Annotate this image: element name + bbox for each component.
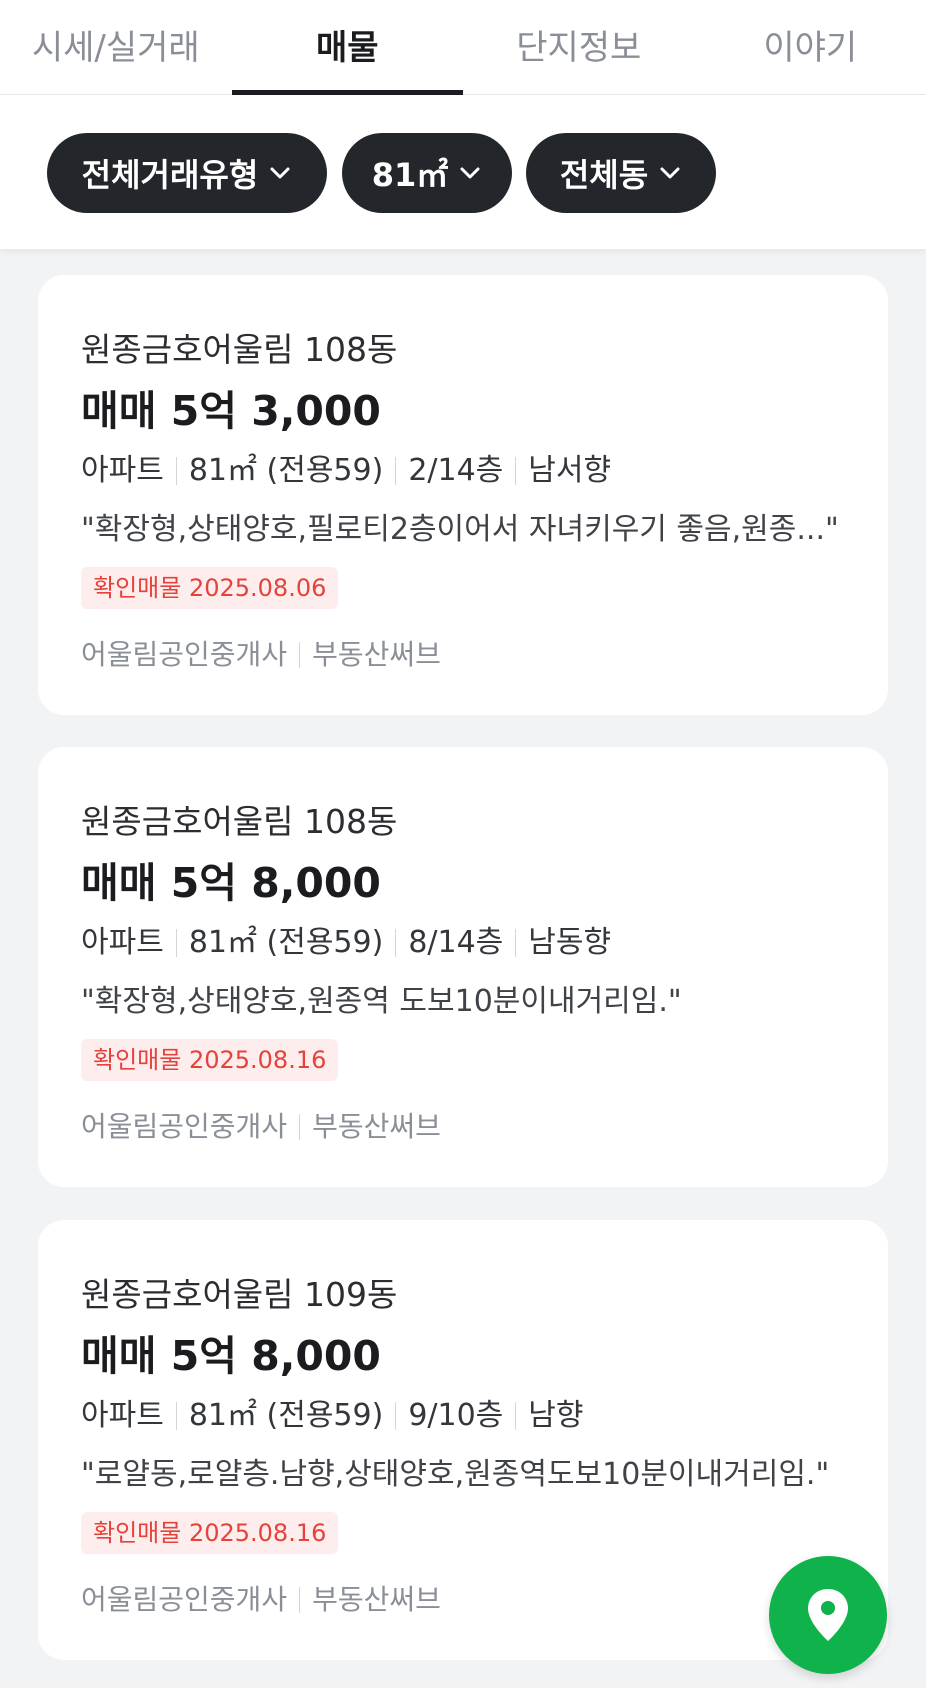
property-direction: 남동향 (528, 925, 612, 960)
divider (299, 642, 301, 668)
listing-price: 매매 5억 8,000 (81, 859, 381, 907)
property-area: 81㎡ (전용59) (188, 453, 384, 488)
data-provider: 부동산써브 (312, 1583, 441, 1616)
tab-price-history[interactable]: 시세/실거래 (0, 0, 232, 94)
divider (299, 1587, 301, 1613)
property-type: 아파트 (81, 925, 164, 960)
divider (515, 1402, 517, 1430)
property-type: 아파트 (81, 1398, 164, 1433)
dong-filter[interactable]: 전체동 (526, 133, 716, 213)
divider (175, 929, 177, 957)
property-floor: 9/10층 (408, 1398, 504, 1433)
deal-type-filter-label: 전체거래유형 (81, 156, 259, 194)
listing-price: 매매 5억 3,000 (81, 387, 381, 435)
listing-agency: 어울림공인중개사 부동산써브 (81, 1586, 441, 1614)
complex-name: 원종금호어울림 108동 (81, 330, 398, 369)
property-area: 81㎡ (전용59) (188, 925, 384, 960)
complex-name: 원종금호어울림 108동 (81, 802, 398, 841)
divider (515, 457, 517, 485)
divider (515, 929, 517, 957)
agency-name: 어울림공인중개사 (81, 1110, 288, 1143)
listing-specs: 아파트 81㎡ (전용59) 2/14층 남서향 (81, 456, 611, 486)
data-provider: 부동산써브 (312, 638, 441, 671)
property-floor: 2/14층 (408, 453, 504, 488)
listing-specs: 아파트 81㎡ (전용59) 8/14층 남동향 (81, 928, 611, 958)
divider (175, 1402, 177, 1430)
map-button[interactable] (769, 1556, 887, 1674)
listing-card[interactable]: 원종금호어울림 108동 매매 5억 8,000 아파트 81㎡ (전용59) … (38, 747, 888, 1187)
chevron-down-icon (460, 167, 480, 179)
divider (395, 457, 397, 485)
divider (395, 1402, 397, 1430)
chevron-down-icon (660, 167, 680, 179)
area-filter[interactable]: 81㎡ (342, 133, 512, 213)
tab-complex-info[interactable]: 단지정보 (463, 0, 695, 94)
property-direction: 남향 (528, 1398, 584, 1433)
data-provider: 부동산써브 (312, 1110, 441, 1143)
property-direction: 남서향 (528, 453, 612, 488)
agency-name: 어울림공인중개사 (81, 1583, 288, 1616)
property-floor: 8/14층 (408, 925, 504, 960)
listing-specs: 아파트 81㎡ (전용59) 9/10층 남향 (81, 1401, 583, 1431)
dong-filter-label: 전체동 (559, 156, 649, 194)
agency-name: 어울림공인중개사 (81, 638, 288, 671)
divider (395, 929, 397, 957)
complex-name: 원종금호어울림 109동 (81, 1275, 398, 1314)
listing-agency: 어울림공인중개사 부동산써브 (81, 1113, 441, 1141)
deal-type-filter[interactable]: 전체거래유형 (47, 133, 327, 213)
listing-description: "로얄동,로얄층.남향,상태양호,원종역도보10분이내거리임." (81, 1457, 830, 1492)
listing-card[interactable]: 원종금호어울림 108동 매매 5억 3,000 아파트 81㎡ (전용59) … (38, 275, 888, 715)
verified-badge: 확인매물 2025.08.16 (81, 1039, 339, 1081)
listing-agency: 어울림공인중개사 부동산써브 (81, 641, 441, 669)
verified-badge: 확인매물 2025.08.06 (81, 567, 339, 609)
map-pin-icon (808, 1589, 848, 1641)
listing-card[interactable]: 원종금호어울림 109동 매매 5억 8,000 아파트 81㎡ (전용59) … (38, 1220, 888, 1660)
divider (299, 1114, 301, 1140)
filter-bar: 전체거래유형 81㎡ 전체동 (0, 95, 926, 249)
tab-listings[interactable]: 매물 (231, 0, 464, 95)
tab-bar: 시세/실거래 매물 단지정보 이야기 (0, 0, 926, 95)
chevron-down-icon (270, 167, 290, 179)
divider (175, 457, 177, 485)
listing-description: "확장형,상태양호,원종역 도보10분이내거리임." (81, 984, 682, 1019)
property-area: 81㎡ (전용59) (188, 1398, 384, 1433)
tab-stories[interactable]: 이야기 (695, 0, 926, 94)
verified-badge: 확인매물 2025.08.16 (81, 1512, 339, 1554)
property-type: 아파트 (81, 453, 164, 488)
listing-price: 매매 5억 8,000 (81, 1332, 381, 1380)
area-filter-label: 81㎡ (371, 156, 449, 194)
listing-description: "확장형,상태양호,필로티2층이어서 자녀키우기 좋음,원종..." (81, 512, 839, 547)
